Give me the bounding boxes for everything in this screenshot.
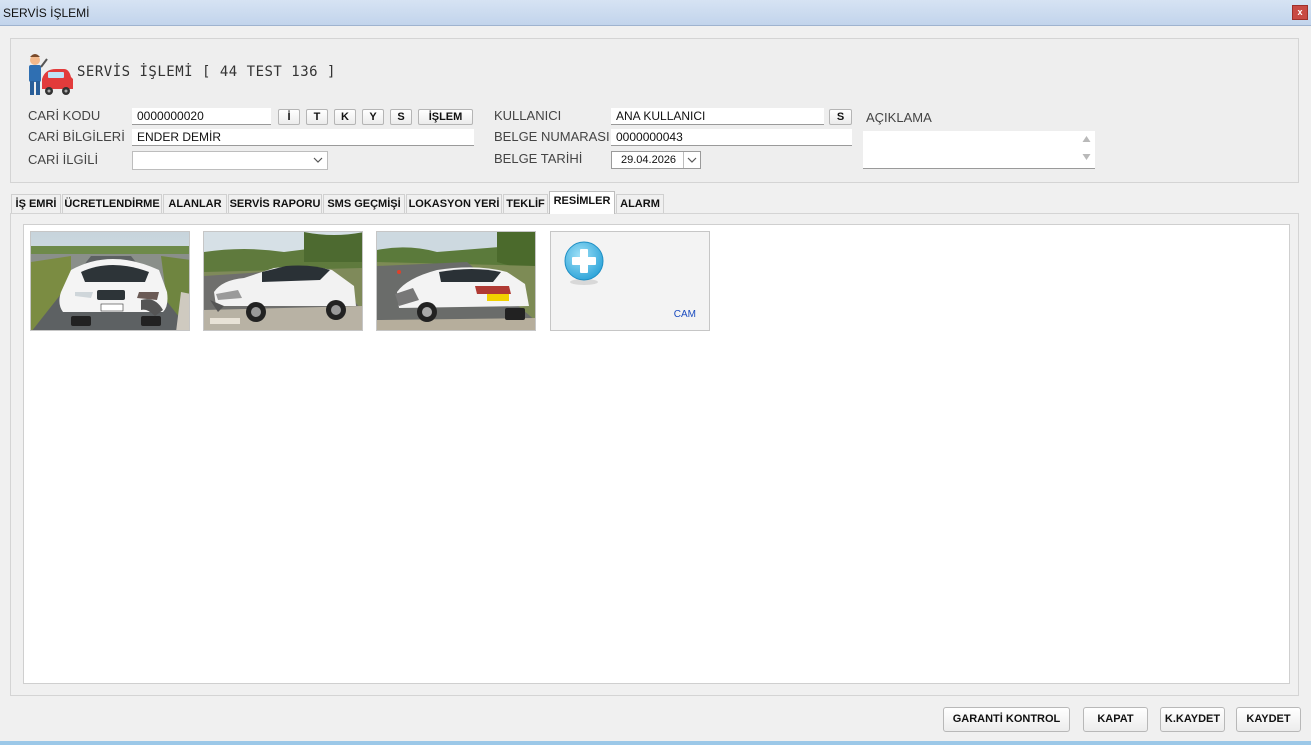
tab-lokasyon-yeri[interactable]: LOKASYON YERİ (406, 194, 502, 213)
plus-circle-icon (564, 241, 604, 285)
tab-servis-raporu[interactable]: SERVİS RAPORU (228, 194, 322, 213)
islem-button[interactable]: İŞLEM (418, 109, 473, 125)
cari-bilgileri-label: CARİ BİLGİLERİ (28, 129, 125, 144)
photo-thumbnail-2[interactable] (203, 231, 363, 331)
cari-k-button[interactable]: K (334, 109, 356, 125)
tab-is-emri[interactable]: İŞ EMRİ (11, 194, 61, 213)
aciklama-label: AÇIKLAMA (866, 110, 932, 125)
window-bottom-border (0, 741, 1311, 745)
damaged-car-rear-image (377, 232, 535, 330)
tab-content-resimler: CAM (10, 213, 1299, 696)
add-photo-button[interactable]: CAM (550, 231, 710, 331)
tab-teklif[interactable]: TEKLİF (503, 194, 548, 213)
cari-s-button[interactable]: S (390, 109, 412, 125)
scroll-up-icon[interactable] (1082, 135, 1091, 143)
cam-label: CAM (673, 309, 696, 320)
photo-gallery: CAM (23, 224, 1290, 684)
chevron-down-icon (687, 157, 697, 163)
damaged-car-front-image (31, 232, 189, 330)
aciklama-textarea[interactable] (863, 131, 1095, 169)
window-titlebar: SERVİS İŞLEMİ x (0, 0, 1311, 26)
cari-bilgileri-field[interactable]: ENDER DEMİR (132, 129, 474, 146)
belge-tarihi-value: 29.04.2026 (621, 154, 677, 166)
mechanic-car-icon (29, 54, 73, 95)
tab-sms-gecmisi[interactable]: SMS GEÇMİŞİ (323, 194, 405, 213)
cari-i-button[interactable]: İ (278, 109, 300, 125)
scroll-down-icon[interactable] (1082, 153, 1091, 161)
page-title: SERVİS İŞLEMİ [ 44 TEST 136 ] (77, 64, 336, 80)
window-title: SERVİS İŞLEMİ (3, 6, 90, 20)
header-panel: SERVİS İŞLEMİ [ 44 TEST 136 ] CARİ KODU … (10, 38, 1299, 183)
photo-thumbnail-1[interactable] (30, 231, 190, 331)
cari-kodu-field[interactable]: 0000000020 (132, 108, 271, 125)
belge-tarihi-picker[interactable]: 29.04.2026 (611, 151, 701, 169)
cari-t-button[interactable]: T (306, 109, 328, 125)
photo-thumbnail-3[interactable] (376, 231, 536, 331)
kullanici-s-button[interactable]: S (829, 109, 852, 125)
date-dropdown-button[interactable] (683, 152, 700, 168)
chevron-down-icon (313, 157, 323, 163)
kaydet-button[interactable]: KAYDET (1236, 707, 1301, 732)
tab-alanlar[interactable]: ALANLAR (163, 194, 227, 213)
cari-ilgili-label: CARİ İLGİLİ (28, 152, 99, 167)
k-kaydet-button[interactable]: K.KAYDET (1160, 707, 1225, 732)
tab-ucretlendirme[interactable]: ÜCRETLENDİRME (62, 194, 162, 213)
tab-resimler[interactable]: RESİMLER (549, 191, 615, 214)
belge-numarasi-field[interactable]: 0000000043 (611, 129, 852, 146)
belge-numarasi-label: BELGE NUMARASI (494, 129, 610, 144)
kullanici-label: KULLANICI (494, 108, 562, 123)
kapat-button[interactable]: KAPAT (1083, 707, 1148, 732)
tab-alarm[interactable]: ALARM (616, 194, 664, 213)
cari-kodu-label: CARİ KODU (28, 108, 101, 123)
kullanici-field[interactable]: ANA KULLANICI (611, 108, 824, 125)
cari-ilgili-select[interactable] (132, 151, 328, 170)
garanti-kontrol-button[interactable]: GARANTİ KONTROL (943, 707, 1070, 732)
close-button[interactable]: x (1292, 5, 1308, 20)
damaged-car-side-image (204, 232, 362, 330)
belge-tarihi-label: BELGE TARİHİ (494, 151, 583, 166)
cari-y-button[interactable]: Y (362, 109, 384, 125)
